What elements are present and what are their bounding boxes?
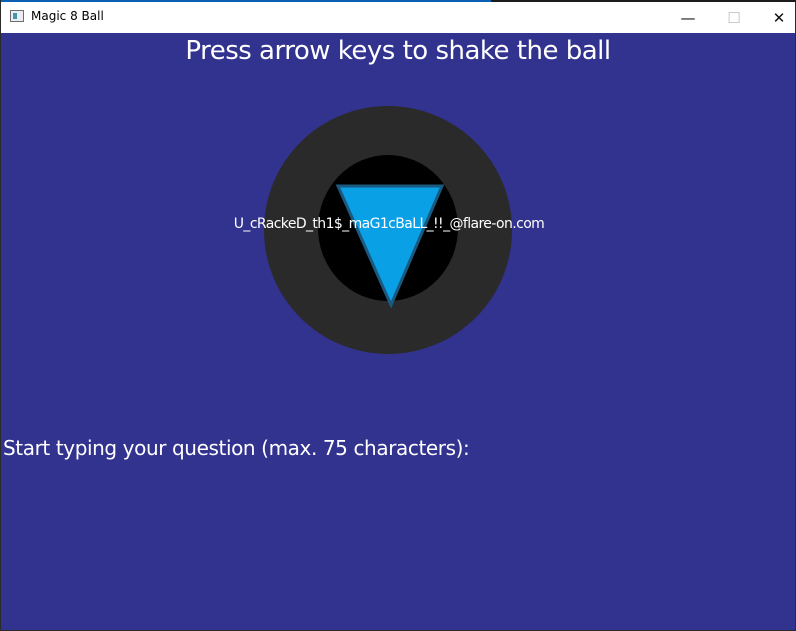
window-title: Magic 8 Ball xyxy=(31,9,104,23)
minimize-button[interactable]: — xyxy=(665,2,711,33)
close-button[interactable]: ✕ xyxy=(756,2,796,33)
maximize-button: ☐ xyxy=(711,2,757,33)
ball-answer-text: U_cRackeD_th1$_maG1cBaLL_!!_@flare-on.co… xyxy=(233,216,545,232)
app-window-icon xyxy=(10,10,24,22)
question-prompt: Start typing your question (max. 75 char… xyxy=(3,436,470,460)
title-bar[interactable]: Magic 8 Ball — ☐ ✕ xyxy=(1,2,795,33)
magic-8-ball[interactable] xyxy=(1,33,795,630)
app-window: Magic 8 Ball — ☐ ✕ Press arrow keys to s… xyxy=(0,0,796,631)
minimize-icon: — xyxy=(680,8,696,27)
close-icon: ✕ xyxy=(772,8,786,27)
app-icon-pane xyxy=(13,13,17,19)
maximize-icon: ☐ xyxy=(727,8,741,27)
game-canvas[interactable]: Press arrow keys to shake the ball U_cRa… xyxy=(1,33,795,630)
